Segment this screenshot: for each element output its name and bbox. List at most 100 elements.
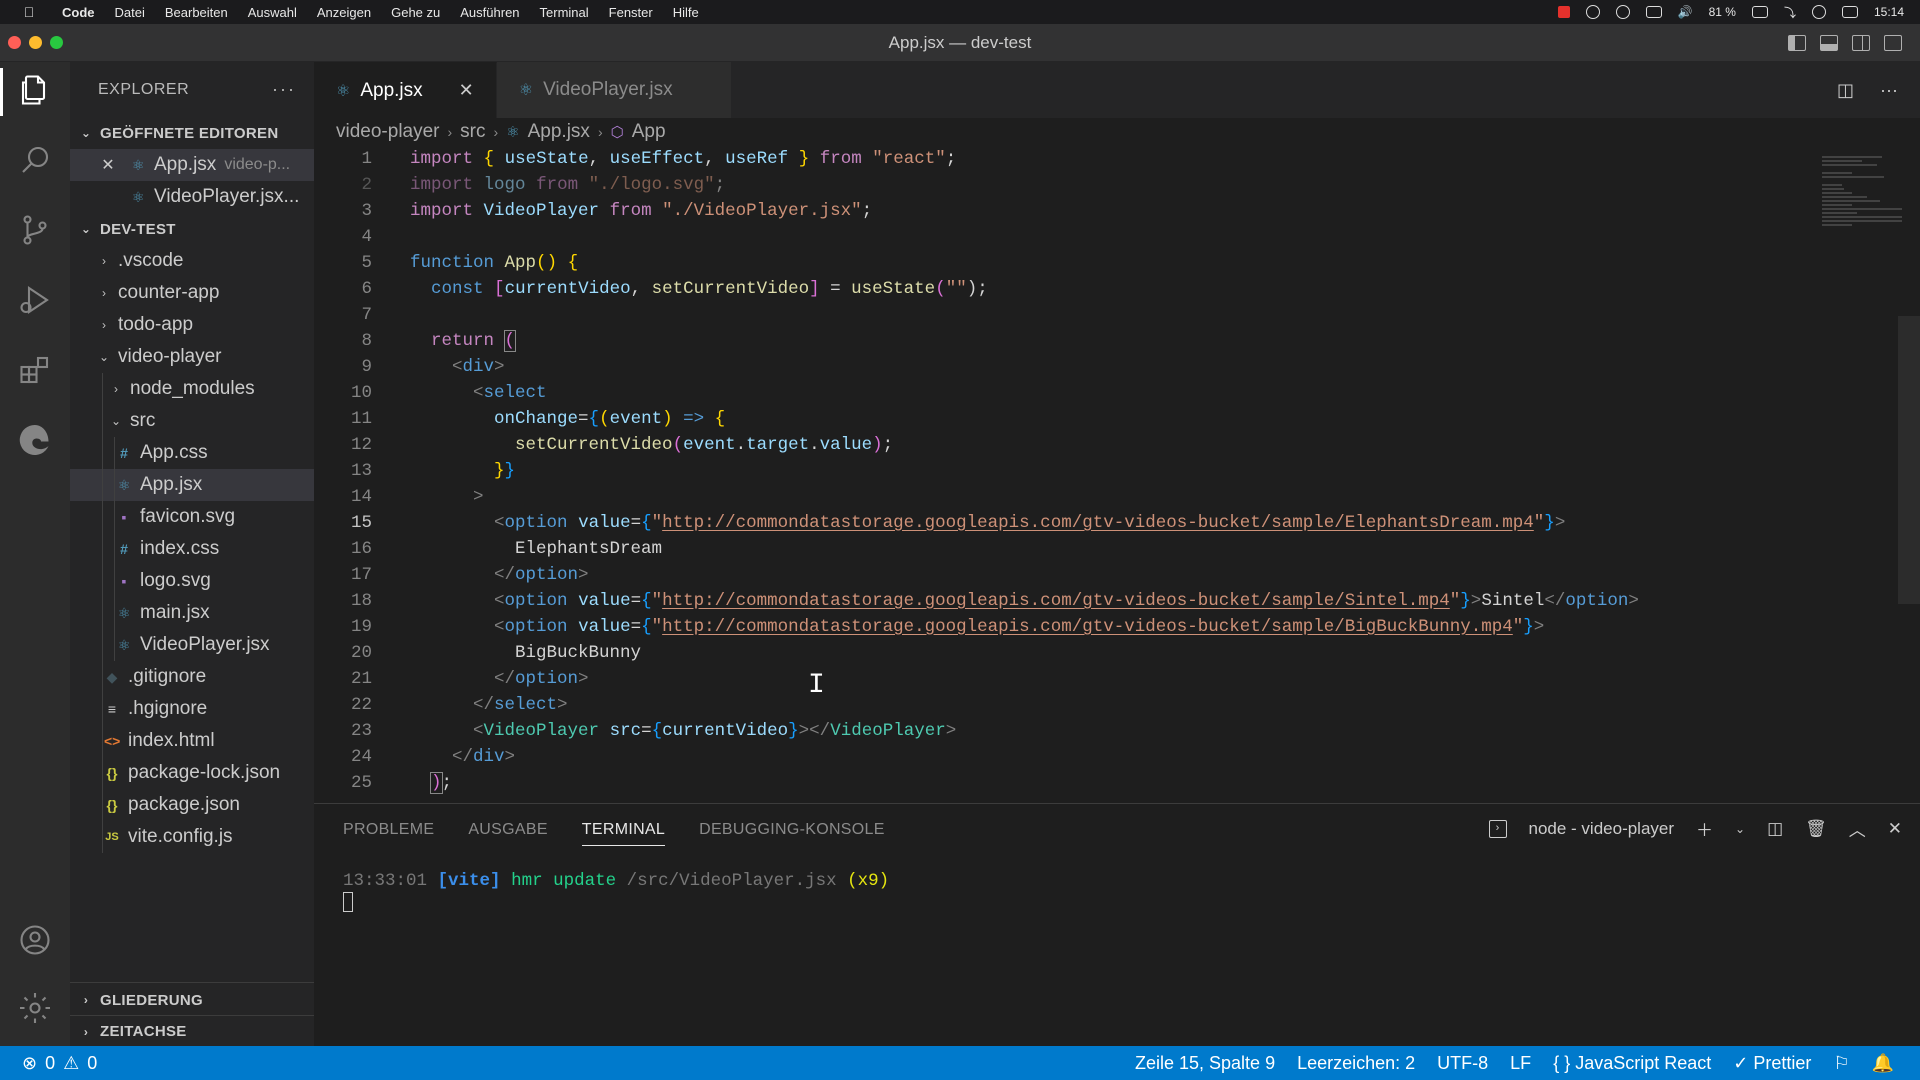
section-workspace[interactable]: ⌄ DEV-TEST bbox=[70, 213, 314, 245]
minimize-window-button[interactable] bbox=[29, 36, 42, 49]
breadcrumb-item[interactable]: App.jsx bbox=[528, 121, 590, 143]
menu-terminal[interactable]: Terminal bbox=[530, 5, 599, 20]
toggle-sidebar-icon[interactable] bbox=[1788, 34, 1806, 51]
run-debug-icon[interactable] bbox=[17, 282, 53, 318]
tree-folder[interactable]: › .vscode bbox=[70, 245, 314, 277]
source-control-icon[interactable] bbox=[17, 212, 53, 248]
error-icon[interactable]: ⊗ bbox=[22, 1053, 37, 1074]
close-icon[interactable]: ✕ bbox=[459, 80, 474, 101]
close-panel-icon[interactable]: ✕ bbox=[1888, 819, 1902, 839]
tree-file-selected[interactable]: ⚛ App.jsx bbox=[70, 469, 314, 501]
control-center-icon[interactable] bbox=[1841, 6, 1858, 18]
extensions-icon[interactable] bbox=[17, 352, 53, 388]
menu-ausfuehren[interactable]: Ausführen bbox=[450, 5, 529, 20]
tree-file[interactable]: JS vite.config.js bbox=[70, 821, 314, 853]
minimap[interactable] bbox=[1804, 146, 1920, 803]
tree-file[interactable]: ⚛ VideoPlayer.jsx bbox=[70, 629, 314, 661]
indentation[interactable]: Leerzeichen: 2 bbox=[1297, 1053, 1415, 1074]
feedback-icon[interactable]: ⚐ bbox=[1833, 1053, 1849, 1074]
explorer-icon[interactable] bbox=[17, 72, 53, 108]
tree-file[interactable]: <> index.html bbox=[70, 725, 314, 757]
tree-folder[interactable]: ⌄ video-player bbox=[70, 341, 314, 373]
tree-file[interactable]: {} package.json bbox=[70, 789, 314, 821]
open-editor-videoplayer-jsx[interactable]: ⚛ VideoPlayer.jsx... bbox=[70, 181, 314, 213]
tab-problems[interactable]: PROBLEME bbox=[343, 821, 434, 839]
apple-icon[interactable]:  bbox=[18, 4, 40, 20]
menu-hilfe[interactable]: Hilfe bbox=[663, 5, 709, 20]
tab-debug-console[interactable]: DEBUGGING-KONSOLE bbox=[699, 821, 885, 839]
warning-count[interactable]: 0 bbox=[87, 1053, 97, 1074]
display-icon[interactable] bbox=[1645, 6, 1662, 18]
tree-file[interactable]: ⚛ main.jsx bbox=[70, 597, 314, 629]
tree-folder[interactable]: › todo-app bbox=[70, 309, 314, 341]
more-actions-icon[interactable]: ··· bbox=[272, 79, 296, 100]
toggle-panel-icon[interactable] bbox=[1820, 34, 1838, 51]
workspace-title: DEV-TEST bbox=[100, 220, 176, 238]
more-actions-icon[interactable]: ··· bbox=[1880, 80, 1898, 101]
tree-file[interactable]: ◆ .gitignore bbox=[70, 661, 314, 693]
toggle-secondary-sidebar-icon[interactable] bbox=[1852, 34, 1870, 51]
menu-fenster[interactable]: Fenster bbox=[599, 5, 663, 20]
language-mode[interactable]: { } JavaScript React bbox=[1553, 1053, 1711, 1074]
error-count[interactable]: 0 bbox=[45, 1053, 55, 1074]
customize-layout-icon[interactable] bbox=[1884, 34, 1902, 51]
menu-gehe-zu[interactable]: Gehe zu bbox=[381, 5, 450, 20]
tree-folder[interactable]: › node_modules bbox=[70, 373, 314, 405]
edge-devtools-icon[interactable] bbox=[17, 422, 53, 458]
editor-scrollbar-thumb[interactable] bbox=[1898, 316, 1920, 604]
new-terminal-icon[interactable]: ＋ bbox=[1696, 816, 1713, 841]
zoom-window-button[interactable] bbox=[50, 36, 63, 49]
volume-icon[interactable]: 🔊 bbox=[1678, 5, 1693, 19]
menu-anzeigen[interactable]: Anzeigen bbox=[307, 5, 381, 20]
code-editor[interactable]: 1 import { useState, useEffect, useRef } … bbox=[314, 146, 1804, 803]
creative-cloud-icon[interactable] bbox=[1615, 5, 1630, 19]
chevron-down-icon[interactable]: ⌄ bbox=[1735, 822, 1745, 836]
section-timeline[interactable]: › ZEITACHSE bbox=[70, 1015, 314, 1047]
section-outline[interactable]: › GLIEDERUNG bbox=[70, 984, 314, 1016]
tab-app-jsx[interactable]: ⚛ App.jsx ✕ bbox=[314, 62, 497, 118]
breadcrumb-item[interactable]: App bbox=[632, 121, 666, 143]
end-of-line[interactable]: LF bbox=[1510, 1053, 1531, 1074]
tree-file[interactable]: ≡ .hgignore bbox=[70, 693, 314, 725]
clock[interactable]: 15:14 bbox=[1874, 5, 1904, 19]
encoding[interactable]: UTF-8 bbox=[1437, 1053, 1488, 1074]
tree-file[interactable]: {} package-lock.json bbox=[70, 757, 314, 789]
breadcrumb-item[interactable]: video-player bbox=[336, 121, 440, 143]
battery-icon[interactable] bbox=[1751, 6, 1768, 18]
menu-app[interactable]: Code bbox=[52, 5, 105, 20]
wifi-off-icon[interactable]: ⤵ bbox=[1784, 4, 1796, 21]
tree-folder[interactable]: › counter-app bbox=[70, 277, 314, 309]
menu-bearbeiten[interactable]: Bearbeiten bbox=[155, 5, 238, 20]
prettier-status[interactable]: ✓ Prettier bbox=[1733, 1053, 1811, 1074]
warning-icon[interactable]: ⚠ bbox=[63, 1053, 79, 1074]
split-terminal-icon[interactable]: ◫ bbox=[1767, 819, 1783, 839]
menu-auswahl[interactable]: Auswahl bbox=[238, 5, 307, 20]
tray-app-icon[interactable] bbox=[1585, 5, 1600, 19]
notifications-bell-icon[interactable]: 🔔 bbox=[1872, 1053, 1894, 1074]
terminal-output[interactable]: 13:33:01 [vite] hmr update /src/VideoPla… bbox=[314, 856, 1920, 914]
tree-file[interactable]: ▪ favicon.svg bbox=[70, 501, 314, 533]
cursor-position[interactable]: Zeile 15, Spalte 9 bbox=[1135, 1053, 1275, 1074]
menu-datei[interactable]: Datei bbox=[105, 5, 155, 20]
tab-terminal[interactable]: TERMINAL bbox=[581, 821, 666, 846]
recording-icon[interactable] bbox=[1557, 6, 1570, 18]
account-icon[interactable] bbox=[17, 922, 53, 958]
breadcrumb-item[interactable]: src bbox=[460, 121, 485, 143]
tab-output[interactable]: AUSGABE bbox=[468, 821, 547, 839]
section-open-editors[interactable]: ⌄ GEÖFFNETE EDITOREN bbox=[70, 117, 314, 149]
tree-folder[interactable]: ⌄ src bbox=[70, 405, 314, 437]
settings-gear-icon[interactable] bbox=[17, 990, 53, 1026]
terminal-name[interactable]: node - video-player bbox=[1529, 819, 1675, 839]
trash-icon[interactable]: 🗑 bbox=[1805, 819, 1827, 839]
screen-record-icon[interactable] bbox=[1811, 5, 1826, 19]
open-editor-app-jsx[interactable]: ✕ ⚛ App.jsx video-p... bbox=[70, 149, 314, 181]
tab-videoplayer-jsx[interactable]: ⚛ VideoPlayer.jsx bbox=[496, 62, 732, 118]
maximize-panel-icon[interactable]: ︿ bbox=[1849, 816, 1866, 841]
split-editor-icon[interactable]: ◫ bbox=[1837, 80, 1854, 101]
close-window-button[interactable] bbox=[8, 36, 21, 49]
tree-file[interactable]: ▪ logo.svg bbox=[70, 565, 314, 597]
tree-file[interactable]: # index.css bbox=[70, 533, 314, 565]
search-icon[interactable] bbox=[17, 142, 53, 178]
tree-file[interactable]: # App.css bbox=[70, 437, 314, 469]
close-icon[interactable]: ✕ bbox=[100, 155, 116, 175]
